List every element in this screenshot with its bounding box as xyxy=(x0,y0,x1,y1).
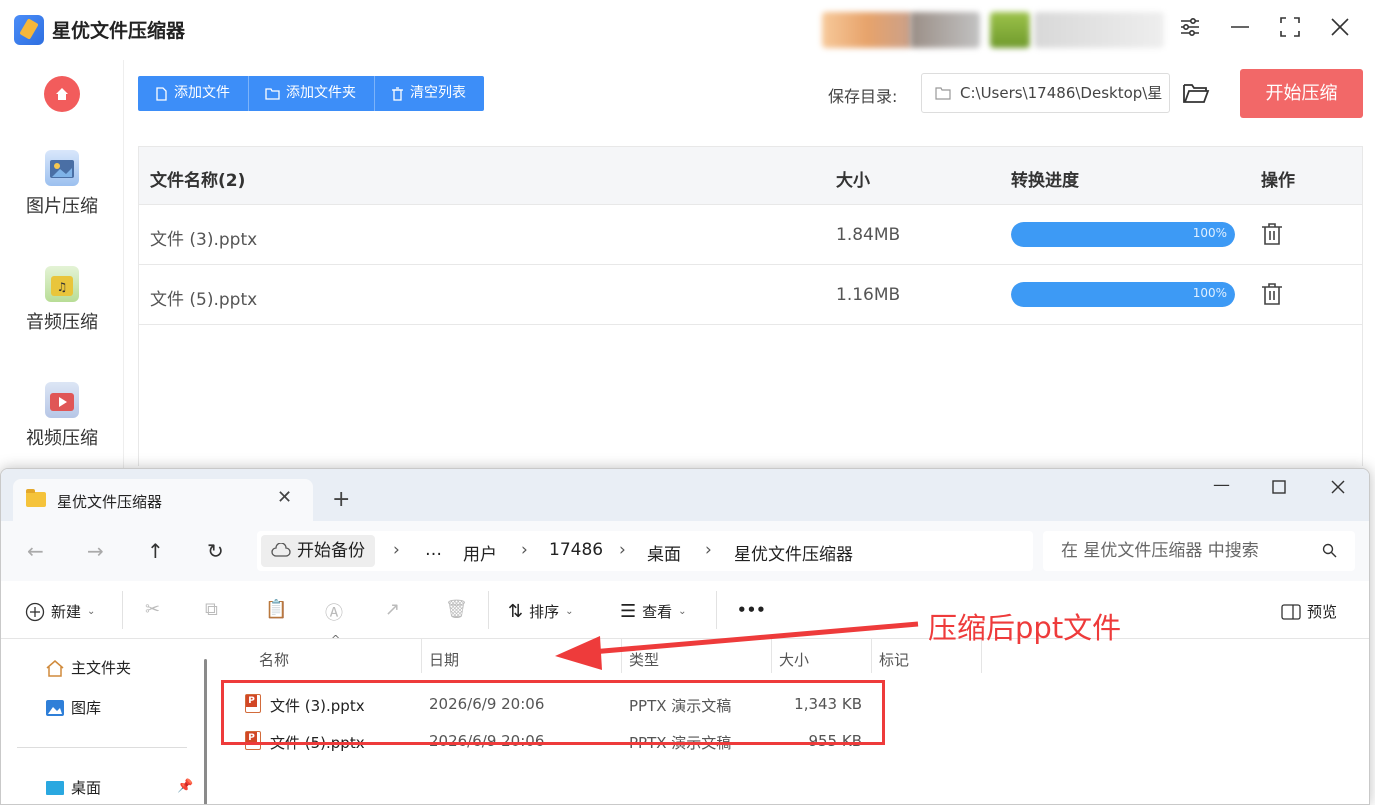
annotation-text: 压缩后ppt文件 xyxy=(928,611,1122,645)
annotation-arrow xyxy=(555,621,919,670)
